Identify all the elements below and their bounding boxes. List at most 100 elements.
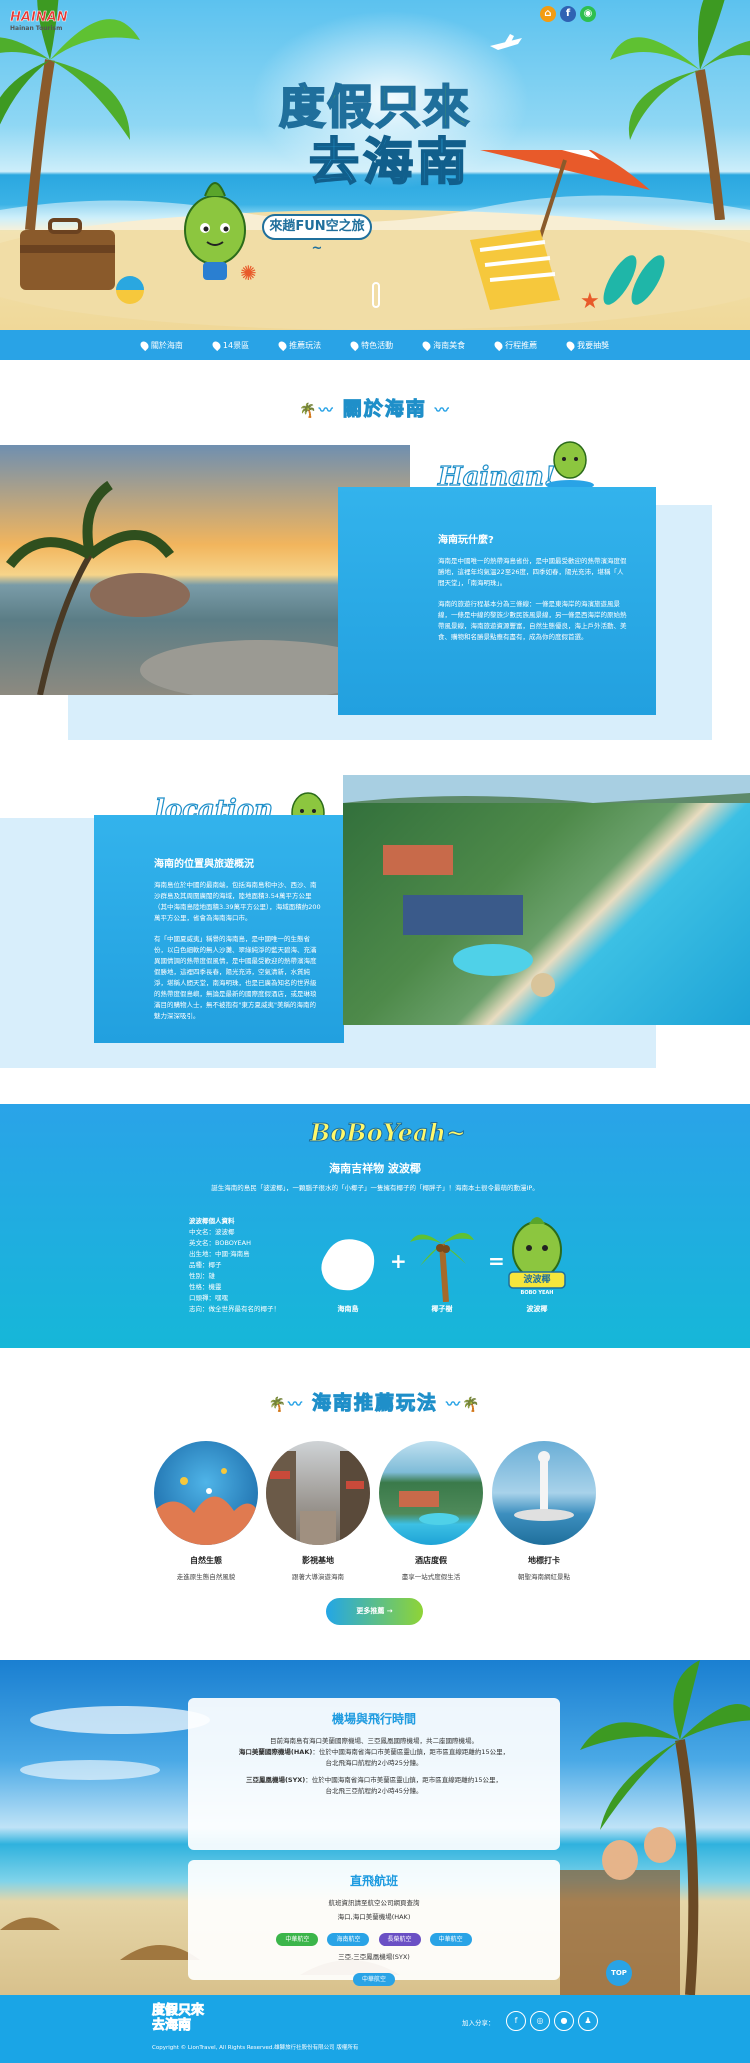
map-pin-icon <box>210 339 223 351</box>
facebook-icon[interactable]: f <box>506 2011 526 2031</box>
play-item-desc: 跟著大導演遊海南 <box>292 1573 344 1581</box>
airplane-icon <box>490 34 522 50</box>
palm-deco-icon: 🌴〰 <box>268 1396 304 1413</box>
site-footer: 度假只來 去海南 Copyright © LionTravel, All Rig… <box>0 1995 750 2063</box>
wechat-icon[interactable]: ● <box>554 2011 574 2031</box>
badge-text: 波波椰 <box>523 1275 551 1285</box>
line-icon[interactable]: ◉ <box>580 6 596 22</box>
map-pin-icon <box>420 339 433 351</box>
nav-label: 行程推薦 <box>505 340 538 350</box>
profile-line: 口頭禪：嘿嘿 <box>189 1294 228 1302</box>
airline-pill-china-airlines-syx[interactable]: 中華航空 <box>352 1973 395 1986</box>
card-paragraph: 海南島位於中國的最南端，包括海南島和中沙、西沙、南沙群島及其周圍廣闊的海域，陸地… <box>154 881 321 922</box>
direct-subtitle: 航班資訊請至航空公司網頁查詢 <box>328 1899 420 1907</box>
play-item-hotel[interactable]: 酒店度假 盡享一站式度假生活 <box>379 1441 483 1581</box>
hero-title-line1: 度假只來 <box>278 79 471 135</box>
profile-line: 英文名：BOBOYEAH <box>189 1239 251 1247</box>
boboyeah-script-title: BoBoYeah~ <box>309 1118 467 1148</box>
share-label: 加入分享： <box>462 2019 495 2027</box>
card-title: 海南的位置與旅遊概況 <box>154 859 254 870</box>
nav-label: 特色活動 <box>361 340 394 350</box>
airline-pill-china-airlines[interactable]: 中華航空 <box>276 1933 319 1946</box>
about-card-location: 海南的位置與旅遊概況 海南島位於中國的最南端，包括海南島和中沙、西沙、南沙群島及… <box>94 815 344 1043</box>
nav-item-lottery[interactable]: 我要抽獎 <box>564 339 610 351</box>
nav-item-recommended[interactable]: 推薦玩法 <box>276 339 321 351</box>
section-heading-text: 關於海南 <box>342 398 427 421</box>
hero-title: 度假只來 去海南 <box>255 79 495 191</box>
airline-pill-eva-air[interactable]: 長榮航空 <box>378 1933 421 1946</box>
airport-info-panel: 機場與飛行時間 目前海南島有海口美蘭國際機場、三亞鳳凰國際機場，共二座國際機場。… <box>188 1698 560 1850</box>
hak-time: 台北飛海口航程約2小時25分鐘。 <box>325 1759 423 1767</box>
hero-tagline: 來趟FUN空之旅~ <box>262 214 372 256</box>
photo-resort-aerial <box>343 775 750 1025</box>
map-pin-icon <box>564 339 577 351</box>
section-heading-play: 🌴〰 海南推薦玩法 〰🌴 <box>0 1388 750 1415</box>
palm-tree-right <box>610 0 750 220</box>
syx-text: ：位於中國海南省海口市美蘭區靈山鎮，距市區直線距離約15公里， <box>305 1776 503 1784</box>
weibo-icon[interactable]: ◎ <box>530 2011 550 2031</box>
nav-label: 關於海南 <box>150 340 183 350</box>
palm-tree-left <box>0 0 140 230</box>
direct-flights-panel: 直飛航班 航班資訊請至航空公司網頁查詢 海口,海口美蘭機場(HAK) 中華航空 … <box>188 1860 560 1986</box>
airport-intro: 目前海南島有海口美蘭國際機場、三亞鳳凰國際機場，共二座國際機場。 <box>270 1737 478 1745</box>
nav-item-itinerary[interactable]: 行程推薦 <box>492 339 538 351</box>
syx-route: 三亞,三亞鳳凰機場(SYX) <box>338 1953 410 1961</box>
map-pin-icon <box>348 339 361 351</box>
home-icon[interactable]: ⌂ <box>540 6 556 22</box>
palm-deco-icon: 🌴〰 <box>299 402 335 419</box>
hainan-island-icon <box>321 1239 375 1291</box>
more-recommendations-button[interactable]: 更多推薦 → <box>326 1598 423 1625</box>
qq-icon[interactable]: ♟ <box>578 2011 598 2031</box>
hero-title-line2: 去海南 <box>308 133 471 191</box>
photo-hotel-resort <box>379 1441 483 1545</box>
site-logo[interactable]: HAINAN Hainan Tourism <box>10 10 68 32</box>
mascot-title: 海南吉祥物 波波椰 <box>329 1162 421 1175</box>
card-title: 海南玩什麼? <box>438 535 494 546</box>
airport-section: 機場與飛行時間 目前海南島有海口美蘭國際機場、三亞鳳凰國際機場，共二座國際機場。… <box>0 1660 750 1995</box>
hak-route: 海口,海口美蘭機場(HAK) <box>337 1913 411 1921</box>
mascot-surf-icon <box>546 441 594 490</box>
profile-line: 中文名：波波椰 <box>189 1228 235 1236</box>
nav-label: 海南美食 <box>433 340 466 350</box>
nav-item-14-scenic[interactable]: 14景區 <box>210 339 249 351</box>
copyright-text: Copyright © LionTravel, All Rights Reser… <box>152 2045 359 2051</box>
logo-subtext: Hainan Tourism <box>10 25 63 32</box>
footer-logo[interactable]: 度假只來 去海南 <box>152 2003 205 2034</box>
play-item-landmark[interactable]: 地標打卡 朝聖海南網紅景點 <box>492 1441 596 1581</box>
play-item-title: 酒店度假 <box>415 1556 447 1565</box>
boboyeah-badge <box>508 1217 566 1289</box>
photo-film-street <box>266 1441 370 1545</box>
play-item-title: 影視基地 <box>302 1556 334 1565</box>
panel-title: 機場與飛行時間 <box>331 1712 416 1726</box>
main-nav: 關於海南 14景區 推薦玩法 特色活動 海南美食 行程推薦 我要抽獎 <box>0 330 750 360</box>
nav-item-food[interactable]: 海南美食 <box>420 339 466 351</box>
airline-pill-hainan-airlines[interactable]: 海南航空 <box>327 1933 370 1946</box>
mascot-section: BoBoYeah~ 海南吉祥物 波波椰 誕生海南的島民「波波椰」，一顆腦子很水的… <box>0 1104 750 1348</box>
logo-text: HAINAN <box>10 10 68 26</box>
profile-line: 性別：雄 <box>189 1272 215 1280</box>
back-to-top-button[interactable]: TOP <box>606 1960 632 1986</box>
airline-pill-china-airlines-2[interactable]: 中華航空 <box>429 1933 472 1946</box>
plus-icon: + <box>390 1249 407 1273</box>
nav-item-about[interactable]: 關於海南 <box>138 339 183 351</box>
footer-logo-line1: 度假只來 <box>152 2003 205 2019</box>
about-card-what-to-play: 海南玩什麼? 海南是中國唯一的熱帶海島省份，是中國最受歡迎的熱帶濱海度假勝地，這… <box>338 487 656 715</box>
play-item-film-base[interactable]: 影視基地 跟著大導演遊海南 <box>266 1441 370 1581</box>
photo-guanyin-statue <box>492 1441 596 1545</box>
play-item-nature[interactable]: 自然生態 走進原生態自然風貌 <box>154 1441 258 1581</box>
svg-text:★: ★ <box>580 289 600 314</box>
profile-line: 出生地：中國·海南島 <box>189 1250 250 1258</box>
card-paragraph: 海南的旅遊行程基本分為三條線：一條是東海岸的海濱旅遊風景線，一條是中線的黎族少數… <box>438 600 627 641</box>
nav-item-activities[interactable]: 特色活動 <box>348 339 394 351</box>
equals-icon: = <box>488 1249 505 1273</box>
scroll-indicator-icon <box>372 282 380 308</box>
play-item-desc: 朝聖海南網紅景點 <box>518 1573 570 1581</box>
facebook-icon[interactable]: f <box>560 6 576 22</box>
map-pin-icon <box>138 339 151 351</box>
photo-coral-reef <box>154 1441 258 1545</box>
coconut-tree-icon <box>410 1232 474 1302</box>
play-item-title: 地標打卡 <box>528 1556 560 1565</box>
palm-deco-icon: 〰🌴 <box>446 1396 482 1413</box>
section-heading-about: 🌴〰 關於海南〰 <box>0 394 750 421</box>
nav-label: 我要抽獎 <box>577 340 610 350</box>
